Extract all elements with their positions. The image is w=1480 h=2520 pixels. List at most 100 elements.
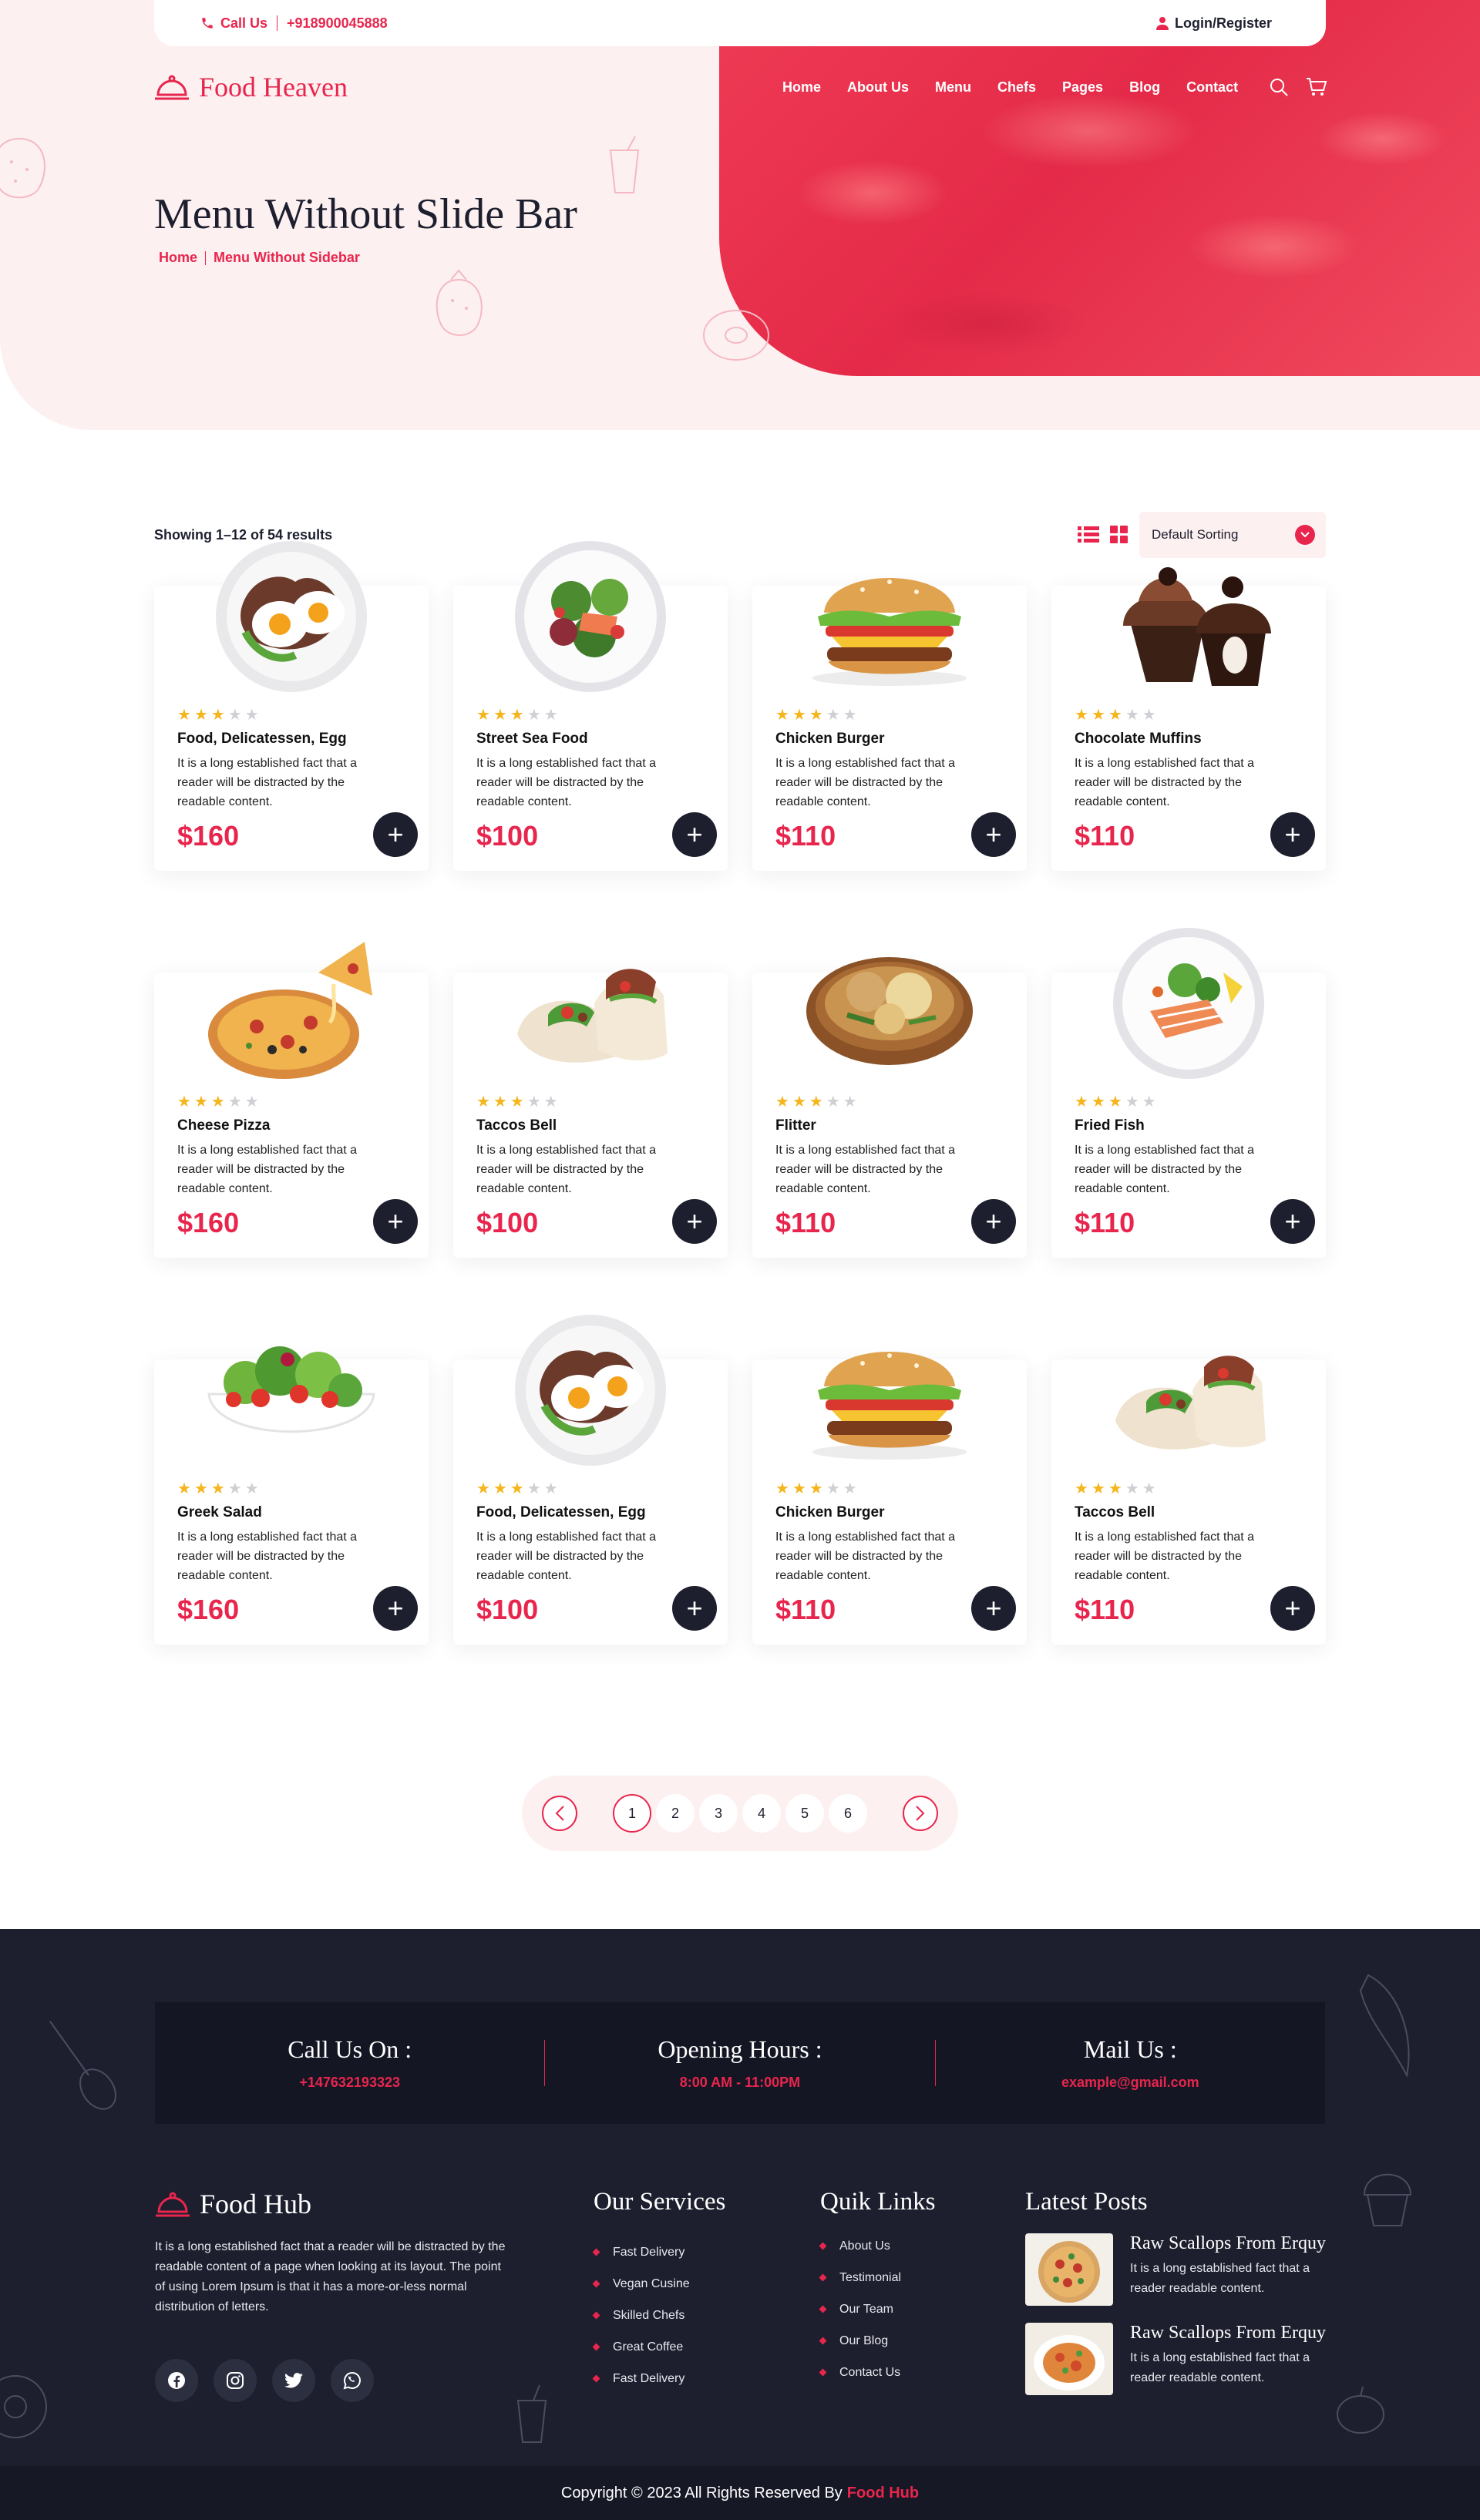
add-to-cart-button[interactable]: + — [971, 812, 1016, 857]
product-name[interactable]: Cheese Pizza — [177, 1117, 418, 1134]
product-card[interactable]: ★ ★ ★ ★ ★ Food, Delicatessen, Egg It is a long… — [453, 1315, 728, 1645]
page-1[interactable]: 1 — [613, 1794, 651, 1833]
add-to-cart-button[interactable]: + — [971, 1199, 1016, 1244]
nav-menu[interactable]: Menu — [935, 79, 971, 96]
add-to-cart-button[interactable]: + — [672, 812, 717, 857]
product-name[interactable]: Chocolate Muffins — [1075, 731, 1315, 748]
product-name[interactable]: Fried Fish — [1075, 1117, 1315, 1134]
copyright-brand[interactable]: Food Hub — [847, 2485, 919, 2502]
rating-stars: ★ ★ ★ ★ ★ — [775, 707, 1016, 723]
product-name[interactable]: Chicken Burger — [775, 731, 1016, 748]
product-description: It is a long established fact that a rea… — [1075, 757, 1255, 808]
latest-post[interactable]: Raw Scallops From Erquy It is a long est… — [1025, 2233, 1327, 2306]
page-6[interactable]: 6 — [829, 1794, 867, 1833]
instagram-icon[interactable] — [214, 2359, 257, 2402]
drink-cup-doodle-icon — [516, 2384, 547, 2443]
nav-about-us[interactable]: About Us — [847, 79, 909, 96]
product-image — [517, 969, 668, 1063]
next-page-button[interactable] — [903, 1796, 938, 1831]
product-card[interactable]: ★ ★ ★ ★ ★ Taccos Bell It is a long established… — [453, 969, 728, 1258]
add-to-cart-button[interactable]: + — [971, 1586, 1016, 1631]
add-to-cart-button[interactable]: + — [672, 1586, 717, 1631]
product-card[interactable]: ★ ★ ★ ★ ★ Chocolate Muffins It is a long estab… — [1051, 567, 1326, 871]
quick-links-title: Quik Links — [820, 2188, 936, 2216]
product-name[interactable]: Greek Salad — [177, 1504, 418, 1521]
quick-link[interactable]: Our Team — [820, 2293, 935, 2325]
site-logo[interactable]: Food Heaven — [154, 71, 348, 103]
quick-link[interactable]: Our Blog — [820, 2325, 935, 2357]
top-bar: Call Us +918900045888 Login/Register — [154, 0, 1326, 46]
service-link[interactable]: Skilled Chefs — [594, 2300, 725, 2331]
footer-brand-name: Food Hub — [200, 2189, 312, 2219]
star-icon: ★ — [227, 1480, 242, 1497]
breadcrumb-home[interactable]: Home — [159, 250, 197, 266]
page-5[interactable]: 5 — [785, 1794, 824, 1833]
product-card[interactable]: ★ ★ ★ ★ ★ Cheese Pizza It is a long establishe… — [154, 942, 429, 1258]
quick-link[interactable]: Testimonial — [820, 2262, 935, 2293]
chevron-right-icon — [916, 1806, 925, 1821]
facebook-icon[interactable] — [155, 2359, 198, 2402]
quick-link[interactable]: About Us — [820, 2230, 935, 2262]
call-us[interactable]: Call Us +918900045888 — [200, 15, 388, 32]
star-icon: ★ — [1091, 707, 1105, 724]
product-card[interactable]: ★ ★ ★ ★ ★ Street Sea Food It is a long establi… — [453, 541, 728, 871]
nav-blog[interactable]: Blog — [1129, 79, 1160, 96]
product-name[interactable]: Street Sea Food — [476, 731, 717, 748]
page-2[interactable]: 2 — [656, 1794, 695, 1833]
add-to-cart-button[interactable]: + — [672, 1199, 717, 1244]
prev-page-button[interactable] — [542, 1796, 577, 1831]
nav-home[interactable]: Home — [782, 79, 821, 96]
page-4[interactable]: 4 — [742, 1794, 781, 1833]
service-link[interactable]: Fast Delivery — [594, 2363, 725, 2394]
plus-icon: + — [985, 1592, 1002, 1624]
product-card[interactable]: ★ ★ ★ ★ ★ Greek Salad It is a long established… — [154, 1346, 429, 1645]
add-to-cart-button[interactable]: + — [373, 1586, 418, 1631]
footer-logo[interactable]: Food Hub — [155, 2188, 510, 2220]
product-card[interactable]: ★ ★ ★ ★ ★ Chicken Burger It is a long establis… — [752, 578, 1027, 871]
nav-chefs[interactable]: Chefs — [997, 79, 1036, 96]
twitter-icon[interactable] — [272, 2359, 315, 2402]
product-card[interactable]: ★ ★ ★ ★ ★ Fried Fish It is a long established … — [1051, 928, 1326, 1258]
product-card[interactable]: ★ ★ ★ ★ ★ Taccos Bell It is a long established… — [1051, 1356, 1326, 1645]
contact-mail-value[interactable]: example@gmail.com — [1061, 2075, 1199, 2091]
product-image — [216, 541, 367, 692]
product-description: It is a long established fact that a rea… — [177, 757, 358, 808]
product-name[interactable]: Taccos Bell — [476, 1117, 717, 1134]
add-to-cart-button[interactable]: + — [373, 812, 418, 857]
product-card[interactable]: ★ ★ ★ ★ ★ Chicken Burger It is a long establis… — [752, 1352, 1027, 1645]
product-name[interactable]: Food, Delicatessen, Egg — [177, 731, 418, 748]
quick-link[interactable]: Contact Us — [820, 2357, 935, 2388]
star-icon: ★ — [1075, 707, 1088, 724]
star-icon: ★ — [476, 707, 490, 724]
footer-about-text: It is a long established fact that a rea… — [155, 2240, 506, 2313]
search-icon[interactable] — [1269, 77, 1289, 97]
page-title: Menu Without Slide Bar — [154, 190, 577, 238]
product-image — [812, 578, 967, 686]
service-link[interactable]: Fast Delivery — [594, 2236, 725, 2268]
star-icon: ★ — [775, 1094, 789, 1110]
product-name[interactable]: Taccos Bell — [1075, 1504, 1315, 1521]
add-to-cart-button[interactable]: + — [1270, 812, 1315, 857]
plus-icon: + — [985, 818, 1002, 850]
whatsapp-icon[interactable] — [331, 2359, 374, 2402]
contact-call-value[interactable]: +147632193323 — [299, 2075, 400, 2091]
product-card[interactable]: ★ ★ ★ ★ ★ Food, Delicatessen, Egg It is a long… — [154, 541, 429, 871]
service-link[interactable]: Vegan Cusine — [594, 2268, 725, 2300]
product-name[interactable]: Chicken Burger — [775, 1504, 1016, 1521]
page-3[interactable]: 3 — [699, 1794, 738, 1833]
add-to-cart-button[interactable]: + — [1270, 1586, 1315, 1631]
add-to-cart-button[interactable]: + — [373, 1199, 418, 1244]
add-to-cart-button[interactable]: + — [1270, 1199, 1315, 1244]
chili-doodle-icon — [1359, 1974, 1410, 2078]
list-view-icon[interactable] — [1078, 526, 1099, 544]
cart-icon[interactable] — [1306, 77, 1327, 97]
login-register-link[interactable]: Login/Register — [1155, 15, 1272, 32]
latest-post[interactable]: Raw Scallops From Erquy It is a long est… — [1025, 2323, 1327, 2395]
product-card[interactable]: ★ ★ ★ ★ ★ Flitter It is a long established fac… — [752, 957, 1027, 1258]
product-name[interactable]: Flitter — [775, 1117, 1016, 1134]
plus-icon: + — [1284, 1205, 1301, 1237]
product-name[interactable]: Food, Delicatessen, Egg — [476, 1504, 717, 1521]
nav-pages[interactable]: Pages — [1062, 79, 1103, 96]
nav-contact[interactable]: Contact — [1186, 79, 1238, 96]
service-link[interactable]: Great Coffee — [594, 2331, 725, 2363]
